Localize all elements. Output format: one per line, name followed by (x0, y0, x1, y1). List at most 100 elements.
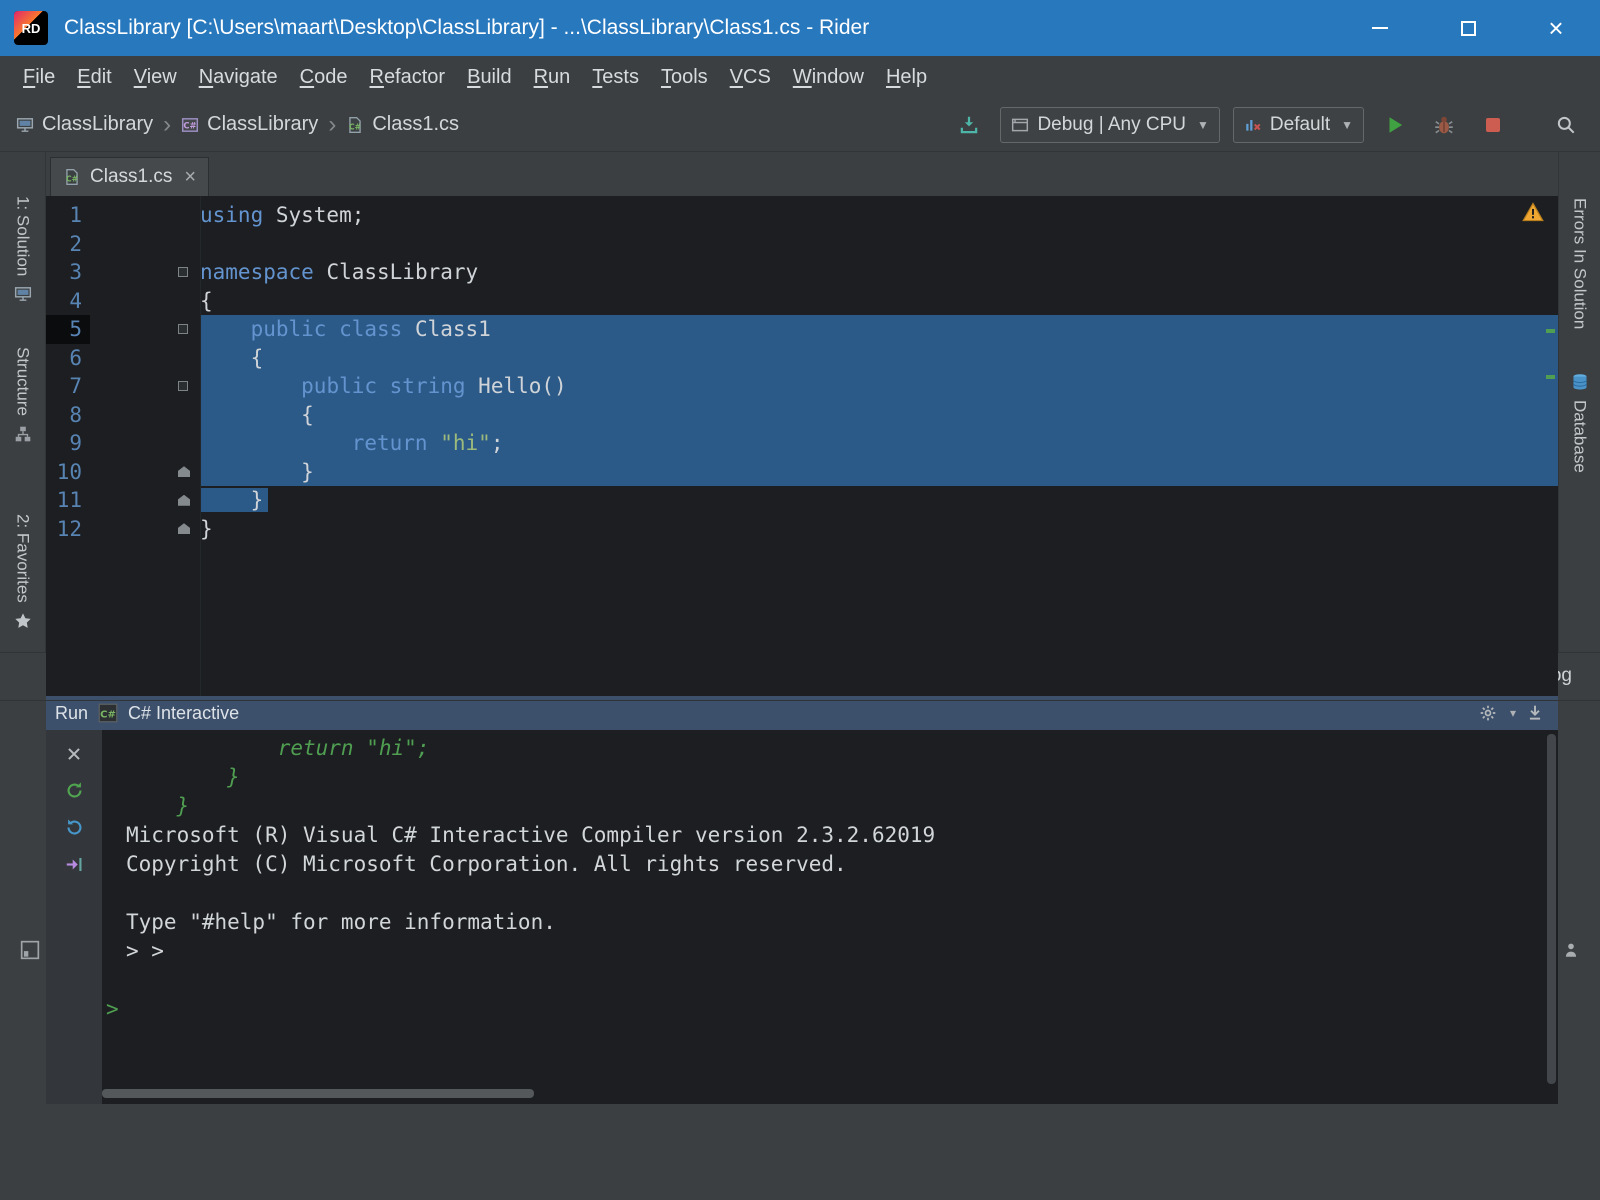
code-line[interactable]: 12} (46, 515, 1558, 544)
search-everywhere-button[interactable] (1548, 107, 1584, 143)
menu-edit[interactable]: Edit (66, 62, 122, 93)
breadcrumb-classlibrary[interactable]: C#ClassLibrary (181, 113, 318, 136)
debug-button[interactable] (1426, 107, 1462, 143)
code-line[interactable]: 8 { (46, 401, 1558, 430)
attach-to-process-button[interactable] (951, 107, 987, 143)
fold-marker[interactable] (178, 515, 200, 544)
line-number[interactable]: 3 (46, 258, 90, 287)
gutter[interactable] (90, 515, 178, 544)
code-line[interactable]: 1using System; (46, 201, 1558, 230)
line-number[interactable]: 9 (46, 429, 90, 458)
gutter[interactable] (90, 230, 178, 259)
code-line[interactable]: 9 return "hi"; (46, 429, 1558, 458)
gutter[interactable] (90, 258, 178, 287)
line-number[interactable]: 5 (46, 315, 90, 344)
svg-text:C#: C# (66, 175, 78, 184)
code-line[interactable]: 2 (46, 230, 1558, 259)
fold-marker[interactable] (178, 372, 200, 401)
gutter[interactable] (90, 401, 178, 430)
menu-build[interactable]: Build (456, 62, 522, 93)
structure-icon (14, 425, 32, 443)
restart-icon[interactable] (65, 818, 84, 837)
gutter[interactable] (90, 344, 178, 373)
menu-tests[interactable]: Tests (581, 62, 650, 93)
fold-marker[interactable] (178, 315, 200, 344)
navigation-bar: ClassLibrary›C#ClassLibrary›C#Class1.cs … (0, 98, 1600, 152)
line-number[interactable]: 2 (46, 230, 90, 259)
code-line[interactable]: 6 { (46, 344, 1558, 373)
line-number[interactable]: 12 (46, 515, 90, 544)
horizontal-scrollbar[interactable] (102, 1089, 534, 1098)
build-configuration-select[interactable]: Default ▼ (1233, 107, 1364, 143)
maximize-button[interactable] (1424, 0, 1512, 56)
fold-marker[interactable] (178, 458, 200, 487)
tool-window-button-database[interactable]: Database (1570, 373, 1590, 473)
gutter[interactable] (90, 372, 178, 401)
menu-refactor[interactable]: Refactor (358, 62, 456, 93)
stop-button[interactable] (1475, 107, 1511, 143)
svg-text:C#: C# (349, 122, 361, 131)
line-number[interactable]: 4 (46, 287, 90, 316)
gutter[interactable] (90, 486, 178, 515)
fold-marker[interactable] (178, 258, 200, 287)
toggle-tool-windows-icon[interactable] (20, 940, 40, 960)
gutter[interactable] (90, 429, 178, 458)
gutter[interactable] (90, 315, 178, 344)
right-tool-stripe: Errors In Solution Database (1558, 152, 1600, 652)
menu-file[interactable]: File (12, 62, 66, 93)
console-output[interactable]: return "hi"; } }Microsoft (R) Visual C# … (102, 730, 1558, 1104)
code-line[interactable]: 11 } (46, 486, 1558, 515)
line-number[interactable]: 8 (46, 401, 90, 430)
code-line[interactable]: 4{ (46, 287, 1558, 316)
fold-marker (178, 287, 200, 316)
menu-view[interactable]: View (123, 62, 188, 93)
run-config-icon (1011, 116, 1029, 134)
code-line[interactable]: 10 } (46, 458, 1558, 487)
editor-tab-class1[interactable]: C# Class1.cs × (50, 157, 209, 196)
close-button[interactable]: × (1512, 0, 1600, 56)
fold-marker (178, 201, 200, 230)
tool-window-button-2-favorites[interactable]: 2: Favorites (13, 514, 33, 630)
fold-marker (178, 429, 200, 458)
code-line[interactable]: 3namespace ClassLibrary (46, 258, 1558, 287)
line-number[interactable]: 11 (46, 486, 90, 515)
code-line[interactable]: 7 public string Hello() (46, 372, 1558, 401)
minimize-button[interactable] (1336, 0, 1424, 56)
fold-marker (178, 401, 200, 430)
rerun-icon[interactable] (65, 781, 84, 800)
tool-window-button-1-solution[interactable]: 1: Solution (13, 196, 33, 303)
console-line[interactable]: > (106, 995, 1558, 1024)
menu-code[interactable]: Code (289, 62, 359, 93)
breadcrumb-class1-cs[interactable]: C#Class1.cs (346, 113, 459, 136)
tool-window-button-errors-in-solution[interactable]: Errors In Solution (1570, 198, 1590, 329)
line-number[interactable]: 6 (46, 344, 90, 373)
gutter[interactable] (90, 287, 178, 316)
run-button[interactable] (1377, 107, 1413, 143)
csharp-file-icon: C# (63, 168, 81, 186)
menu-window[interactable]: Window (782, 62, 875, 93)
menu-tools[interactable]: Tools (650, 62, 719, 93)
menu-navigate[interactable]: Navigate (188, 62, 289, 93)
inspection-warning-icon[interactable] (1522, 202, 1544, 222)
code-editor[interactable]: 1using System;23namespace ClassLibrary4{… (46, 196, 1558, 696)
close-tab-icon[interactable]: × (184, 167, 196, 187)
breadcrumb-classlibrary[interactable]: ClassLibrary (16, 113, 153, 136)
send-to-interactive-icon[interactable] (65, 855, 84, 874)
tool-window-button-structure[interactable]: Structure (13, 347, 33, 443)
run-configuration-select[interactable]: Debug | Any CPU ▼ (1000, 107, 1219, 143)
run-toolbar: Debug | Any CPU ▼ Default ▼ (951, 107, 1584, 143)
menu-run[interactable]: Run (523, 62, 582, 93)
close-icon[interactable] (65, 745, 83, 763)
highlighting-level-icon[interactable] (1562, 941, 1580, 959)
menu-help[interactable]: Help (875, 62, 938, 93)
fold-marker[interactable] (178, 486, 200, 515)
fold-marker (178, 230, 200, 259)
line-number[interactable]: 7 (46, 372, 90, 401)
code-line[interactable]: 5 public class Class1 (46, 315, 1558, 344)
gutter[interactable] (90, 458, 178, 487)
vertical-scrollbar[interactable] (1547, 734, 1556, 1084)
line-number[interactable]: 10 (46, 458, 90, 487)
line-number[interactable]: 1 (46, 201, 90, 230)
gutter[interactable] (90, 201, 178, 230)
menu-vcs[interactable]: VCS (719, 62, 782, 93)
